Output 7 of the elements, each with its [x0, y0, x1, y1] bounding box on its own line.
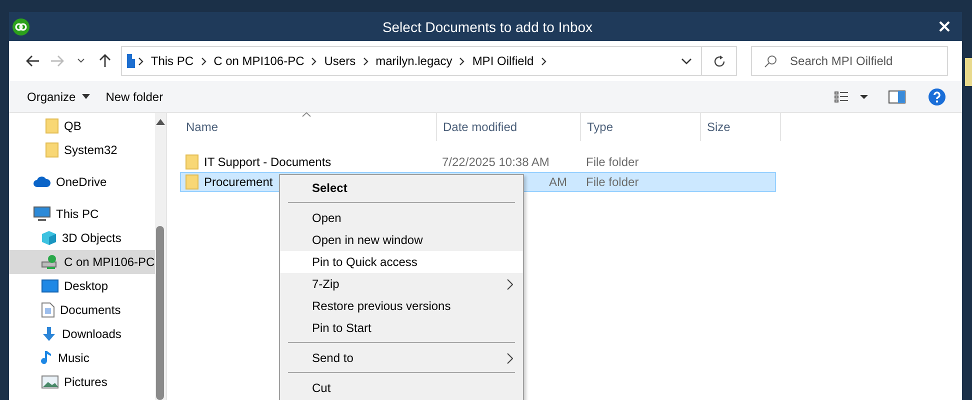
date-modified: 7/22/2025 10:38 AM — [442, 155, 550, 169]
file-name: Procurement — [204, 175, 273, 189]
file-type: File folder — [586, 155, 639, 169]
file-type: File folder — [586, 175, 639, 189]
file-name: IT Support - Documents — [204, 155, 332, 169]
window-title: Select Documents to add to Inbox — [381, 18, 594, 34]
date-modified: AM — [549, 175, 567, 189]
